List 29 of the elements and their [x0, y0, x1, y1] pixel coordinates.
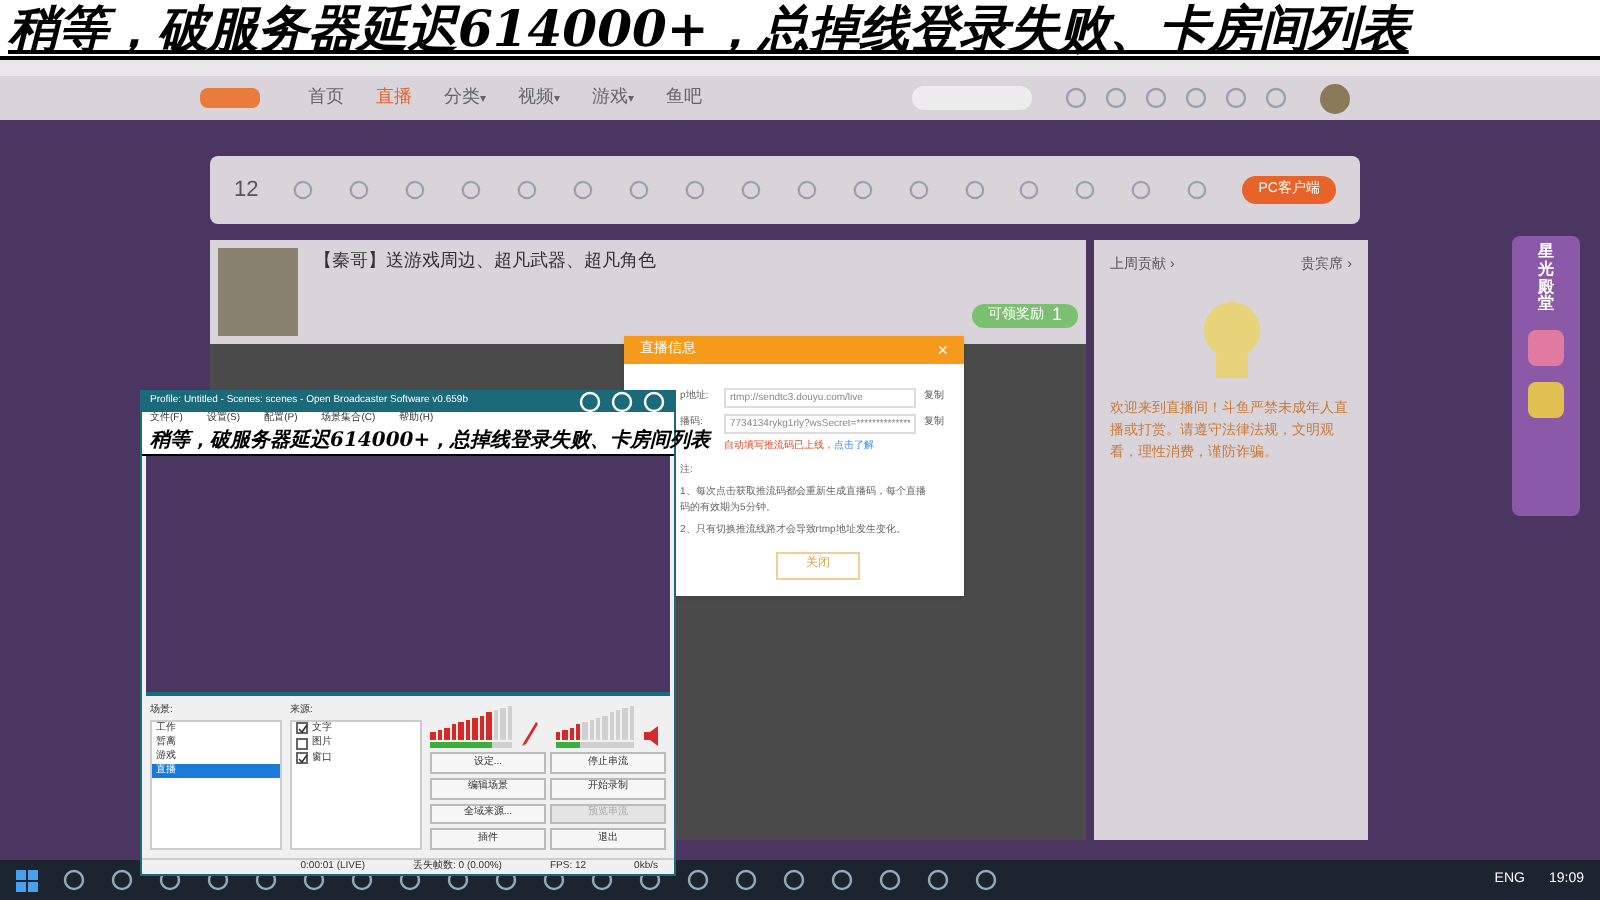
volume-bars-drawing [556, 704, 634, 740]
app-icon[interactable] [782, 868, 806, 892]
windows-icon[interactable] [16, 869, 38, 891]
gift-icon [1528, 330, 1564, 367]
caption-text: 稍等，破服务器延迟614000+，总掉线登录失败、卡房间列表 [8, 3, 1409, 53]
promo-card[interactable]: 星光殿堂 [1512, 236, 1580, 516]
checkbox[interactable] [296, 737, 308, 750]
nav-link[interactable]: 首页 [308, 84, 344, 112]
promo-title: 星光殿堂 [1538, 244, 1554, 315]
checkbox[interactable] [296, 752, 308, 765]
app-icon[interactable] [110, 868, 134, 892]
app-icon[interactable] [62, 868, 86, 892]
nav-link[interactable]: 鱼吧 [666, 84, 702, 112]
photo-placeholder [218, 248, 298, 336]
app-icon[interactable] [686, 868, 710, 892]
checkbox[interactable] [296, 722, 308, 735]
volume-bars-drawing [430, 704, 512, 740]
pencil-icon[interactable] [520, 720, 540, 748]
app-icon[interactable] [734, 868, 758, 892]
search-field[interactable] [912, 86, 1032, 110]
gift-icon [1528, 382, 1564, 419]
reward-count: 1 [1051, 302, 1062, 329]
app-icon[interactable] [974, 868, 998, 892]
count-text: 12 [234, 175, 259, 206]
app-icon[interactable] [878, 868, 902, 892]
avatar[interactable] [1320, 83, 1350, 113]
app-icon[interactable] [926, 868, 950, 892]
stream-title: 【秦哥】送游戏周边、超凡武器、超凡角色 [314, 248, 656, 274]
app-icon[interactable] [830, 868, 854, 892]
